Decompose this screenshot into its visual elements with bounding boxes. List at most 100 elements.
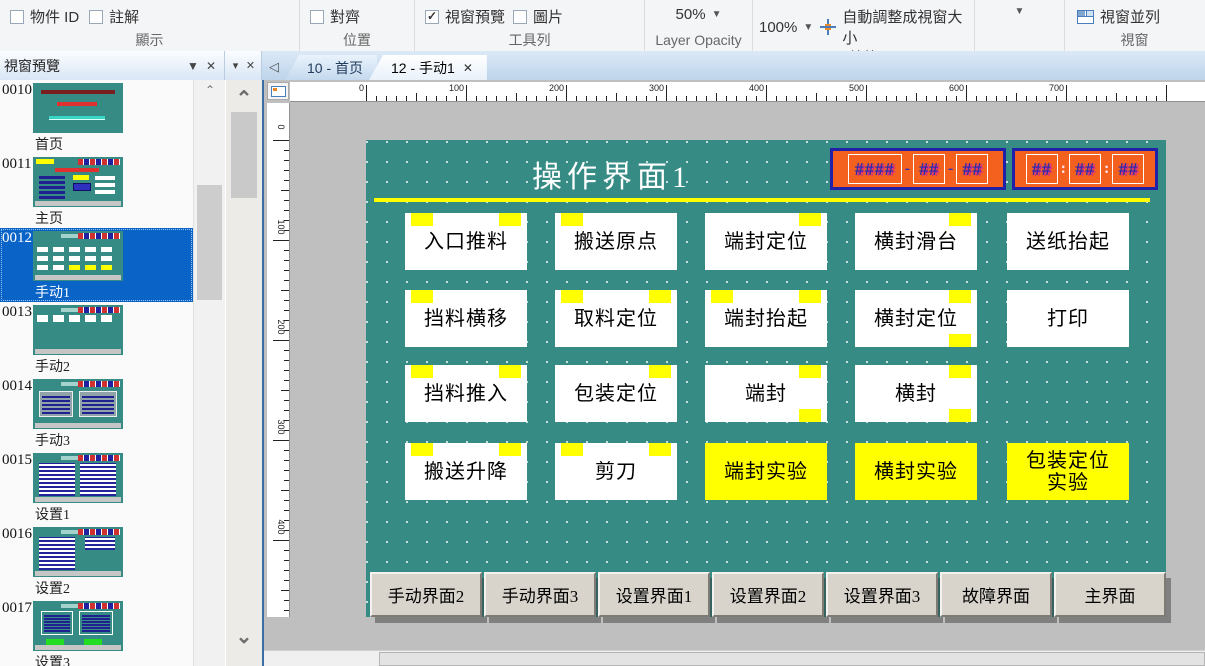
editor-canvas: 0100200300400500600700 0100200300400 操作界…: [262, 80, 1205, 666]
hmi-button-搬送升降[interactable]: 搬送升降: [405, 443, 527, 500]
hmi-button-挡料横移[interactable]: 挡料横移: [405, 290, 527, 347]
checkbox-comment[interactable]: 註解: [89, 6, 139, 27]
hmi-button-label: 入口推料: [424, 231, 508, 253]
display-segment: ##: [956, 154, 988, 184]
hmi-button-端封抬起[interactable]: 端封抬起: [705, 290, 827, 347]
indicator-lamp-br: [799, 409, 821, 422]
hmi-button-label: 端封抬起: [724, 308, 808, 330]
window-preview-list: 0010首页0011主页0012手动10013手动20014手动30015设置1…: [0, 80, 193, 666]
screen-nav-button-手动界面2[interactable]: 手动界面2: [370, 572, 482, 617]
screen-nav-button-故障界面[interactable]: 故障界面: [940, 572, 1052, 617]
checkbox-object-id[interactable]: 物件 ID: [10, 6, 79, 27]
indicator-lamp-tl: [411, 365, 433, 378]
hmi-button-端封[interactable]: 端封: [705, 365, 827, 422]
scroll-up-icon[interactable]: ⌃: [194, 83, 226, 97]
align-checkbox-icon[interactable]: [310, 10, 324, 24]
hmi-button-搬送原点[interactable]: 搬送原点: [555, 213, 677, 270]
app-window: 物件 ID 註解 顯示 對齊 位置 視窗預覽: [0, 0, 1205, 666]
hmi-button-横封实验[interactable]: 横封实验: [855, 443, 977, 500]
hmi-button-挡料推入[interactable]: 挡料推入: [405, 365, 527, 422]
hmi-button-横封滑台[interactable]: 横封滑台: [855, 213, 977, 270]
panel-close-icon[interactable]: ✕: [202, 59, 220, 73]
ruler-label: 0: [332, 83, 364, 93]
document-tab-2[interactable]: 12 - 手动1✕: [369, 55, 487, 80]
hmi-button-label: 搬送原点: [574, 231, 658, 253]
checkbox-object-id-label: 物件 ID: [30, 6, 79, 27]
hmi-button-label: 挡料推入: [424, 383, 508, 405]
tab-scroll-left-icon[interactable]: ◁: [263, 56, 285, 78]
indicator-lamp-tl: [411, 290, 433, 303]
window-list-item-0012[interactable]: 0012手动1: [0, 228, 193, 302]
panel-menu-chevron-icon[interactable]: ▼: [184, 59, 202, 73]
date-display[interactable]: ####-##-##: [830, 148, 1006, 190]
indicator-lamp-tr: [649, 290, 671, 303]
screen-nav-button-设置界面2[interactable]: 设置界面2: [712, 572, 824, 617]
hmi-button-剪刀[interactable]: 剪刀: [555, 443, 677, 500]
checkbox-align[interactable]: 對齊: [310, 6, 360, 27]
display-segment: ##: [1069, 154, 1101, 184]
indicator-lamp-tr: [799, 213, 821, 226]
window-list-item-0011[interactable]: 0011主页: [0, 154, 193, 228]
hmi-button-打印[interactable]: 打印: [1007, 290, 1129, 347]
secondary-panel-scrollbar[interactable]: ⌃ ⌄: [225, 80, 262, 666]
hmi-button-横封定位[interactable]: 横封定位: [855, 290, 977, 347]
window-list-item-0016[interactable]: 0016设置2: [0, 524, 193, 598]
sidebar-scrollbar-thumb[interactable]: [197, 185, 222, 300]
checkbox-align-label: 對齊: [330, 6, 360, 27]
hmi-button-端封定位[interactable]: 端封定位: [705, 213, 827, 270]
hmi-button-label: 端封: [745, 383, 787, 405]
screen-nav-button-设置界面1[interactable]: 设置界面1: [598, 572, 710, 617]
ruler-corner-button[interactable]: [267, 82, 289, 100]
window-list-item-0010[interactable]: 0010首页: [0, 80, 193, 154]
ruler-label: 100: [432, 83, 464, 93]
window-list-item-0013[interactable]: 0013手动2: [0, 302, 193, 376]
sidebar-scrollbar[interactable]: ⌃: [193, 80, 226, 666]
panel-close-icon[interactable]: ✕: [244, 59, 257, 72]
screen-title: 操作界面1: [462, 152, 762, 196]
document-tab-1[interactable]: 10 - 首页: [285, 55, 377, 80]
hmi-button-横封[interactable]: 横封: [855, 365, 977, 422]
hmi-button-送纸抬起[interactable]: 送纸抬起: [1007, 213, 1129, 270]
checkbox-picture[interactable]: 圖片: [513, 6, 563, 27]
canvas-horizontal-scrollbar[interactable]: [264, 650, 1205, 666]
display-segment: ####: [848, 154, 902, 184]
indicator-lamp-tr: [949, 365, 971, 378]
time-display[interactable]: ##:##:##: [1012, 148, 1158, 190]
panel-menu-chevron-icon[interactable]: ▾: [229, 59, 242, 72]
indicator-lamp-tr: [649, 443, 671, 456]
window-list-item-0015[interactable]: 0015设置1: [0, 450, 193, 524]
hmi-button-label: 打印: [1047, 308, 1089, 330]
tile-windows-button[interactable]: 視窗並列: [1077, 6, 1160, 27]
picture-checkbox-icon[interactable]: [513, 10, 527, 24]
screen-nav-button-手动界面3[interactable]: 手动界面3: [484, 572, 596, 617]
fit-to-window-button[interactable]: 自動調整成視窗大小: [819, 6, 970, 48]
zoom-dropdown[interactable]: 100% ▼: [759, 19, 813, 36]
window-name: 设置3: [35, 652, 70, 666]
scroll-down-chevron-icon[interactable]: ⌄: [226, 628, 262, 646]
screen-nav-button-主界面[interactable]: 主界面: [1054, 572, 1166, 617]
scroll-up-chevron-icon[interactable]: ⌃: [226, 90, 262, 108]
window-number: 0014: [2, 378, 32, 395]
hmi-button-取料定位[interactable]: 取料定位: [555, 290, 677, 347]
window-list-item-0017[interactable]: 0017设置3: [0, 598, 193, 666]
hmi-button-包装定位实验[interactable]: 包装定位 实验: [1007, 443, 1129, 500]
hmi-button-包装定位[interactable]: 包装定位: [555, 365, 677, 422]
opacity-dropdown[interactable]: 50% ▼: [649, 6, 748, 23]
secondary-scrollbar-thumb[interactable]: [231, 112, 257, 198]
hmi-button-入口推料[interactable]: 入口推料: [405, 213, 527, 270]
window-list-item-0014[interactable]: 0014手动3: [0, 376, 193, 450]
canvas-hscrollbar-thumb[interactable]: [379, 652, 1205, 666]
tab-close-icon[interactable]: ✕: [463, 61, 473, 75]
hmi-button-端封实验[interactable]: 端封实验: [705, 443, 827, 500]
window-name: 设置2: [35, 578, 70, 598]
panel-title: 視窗預覽: [4, 56, 184, 76]
indicator-lamp-tr: [499, 213, 521, 226]
screen-nav-button-设置界面3[interactable]: 设置界面3: [826, 572, 938, 617]
window-preview-checkbox-icon[interactable]: [425, 10, 439, 24]
window-thumbnail: [33, 379, 123, 429]
indicator-lamp-tr: [499, 365, 521, 378]
misc-dropdown[interactable]: ▼: [979, 6, 1060, 17]
comment-checkbox-icon[interactable]: [89, 10, 103, 24]
checkbox-window-preview[interactable]: 視窗預覽: [425, 6, 505, 27]
object-id-checkbox-icon[interactable]: [10, 10, 24, 24]
